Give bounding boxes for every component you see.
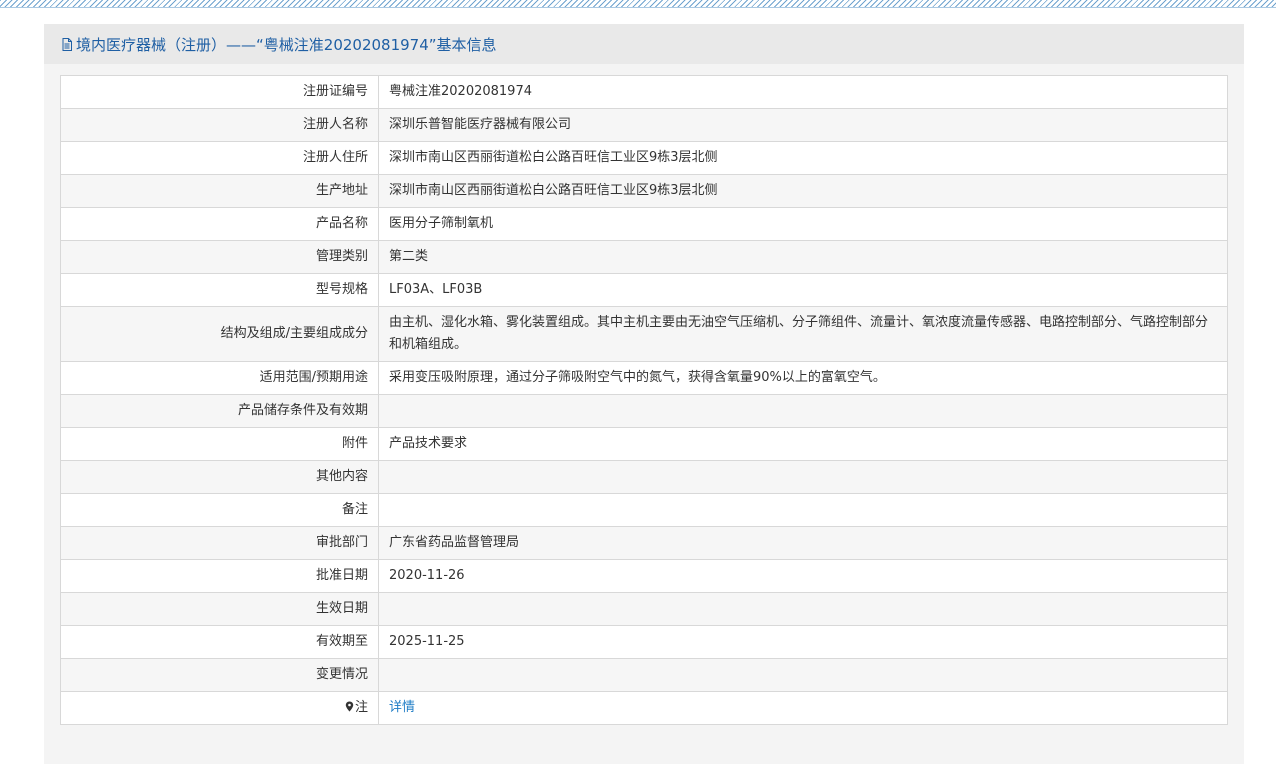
field-value	[378, 592, 1228, 626]
info-table: 注册证编号 粤械注准20202081974 注册人名称 深圳乐普智能医疗器械有限…	[60, 75, 1228, 725]
field-label: 适用范围/预期用途	[60, 361, 379, 395]
field-label: 生产地址	[60, 174, 379, 208]
field-label: 变更情况	[60, 658, 379, 692]
field-label: 有效期至	[60, 625, 379, 659]
table-row: 变更情况	[60, 658, 1228, 692]
field-label: 产品名称	[60, 207, 379, 241]
field-value	[378, 460, 1228, 494]
info-panel: 境内医疗器械（注册）——“粤械注准20202081974”基本信息 注册证编号 …	[44, 24, 1244, 764]
table-row: 注册人名称 深圳乐普智能医疗器械有限公司	[60, 108, 1228, 142]
table-row: 生效日期	[60, 592, 1228, 626]
field-value: 采用变压吸附原理，通过分子筛吸附空气中的氮气，获得含氧量90%以上的富氧空气。	[378, 361, 1228, 395]
table-row: 有效期至 2025-11-25	[60, 625, 1228, 659]
field-label: 其他内容	[60, 460, 379, 494]
table-row: 管理类别 第二类	[60, 240, 1228, 274]
field-value: 粤械注准20202081974	[378, 75, 1228, 109]
field-label: 批准日期	[60, 559, 379, 593]
field-label: 结构及组成/主要组成成分	[60, 306, 379, 362]
table-row: 注册证编号 粤械注准20202081974	[60, 75, 1228, 109]
field-value: 第二类	[378, 240, 1228, 274]
note-row: 注 详情	[60, 691, 1228, 725]
info-table-body: 注册证编号 粤械注准20202081974 注册人名称 深圳乐普智能医疗器械有限…	[60, 75, 1228, 725]
field-value: 2025-11-25	[378, 625, 1228, 659]
field-label: 审批部门	[60, 526, 379, 560]
field-label: 注册证编号	[60, 75, 379, 109]
field-value: 产品技术要求	[378, 427, 1228, 461]
field-value: 深圳市南山区西丽街道松白公路百旺信工业区9栋3层北侧	[378, 141, 1228, 175]
field-value	[378, 394, 1228, 428]
field-value	[378, 493, 1228, 527]
field-value: 深圳市南山区西丽街道松白公路百旺信工业区9栋3层北侧	[378, 174, 1228, 208]
field-label: 附件	[60, 427, 379, 461]
table-row: 型号规格 LF03A、LF03B	[60, 273, 1228, 307]
field-value: 深圳乐普智能医疗器械有限公司	[378, 108, 1228, 142]
table-row: 附件 产品技术要求	[60, 427, 1228, 461]
panel-title: 境内医疗器械（注册）——“粤械注准20202081974”基本信息	[76, 35, 497, 54]
field-label: 备注	[60, 493, 379, 527]
document-icon	[62, 37, 72, 51]
table-row: 适用范围/预期用途 采用变压吸附原理，通过分子筛吸附空气中的氮气，获得含氧量90…	[60, 361, 1228, 395]
field-value: 广东省药品监督管理局	[378, 526, 1228, 560]
table-row: 结构及组成/主要组成成分 由主机、湿化水箱、雾化装置组成。其中主机主要由无油空气…	[60, 306, 1228, 362]
note-label: 注	[354, 700, 368, 715]
field-label: 产品储存条件及有效期	[60, 394, 379, 428]
table-row: 生产地址 深圳市南山区西丽街道松白公路百旺信工业区9栋3层北侧	[60, 174, 1228, 208]
top-hatched-border	[0, 0, 1276, 8]
field-label: 管理类别	[60, 240, 379, 274]
note-value-cell: 详情	[378, 691, 1228, 725]
details-link[interactable]: 详情	[389, 700, 415, 715]
table-row: 产品名称 医用分子筛制氧机	[60, 207, 1228, 241]
field-label: 型号规格	[60, 273, 379, 307]
note-label-cell: 注	[60, 691, 379, 725]
field-value	[378, 658, 1228, 692]
field-label: 注册人名称	[60, 108, 379, 142]
field-value: LF03A、LF03B	[378, 273, 1228, 307]
info-table-wrapper: 注册证编号 粤械注准20202081974 注册人名称 深圳乐普智能医疗器械有限…	[60, 75, 1228, 725]
field-value: 医用分子筛制氧机	[378, 207, 1228, 241]
table-row: 审批部门 广东省药品监督管理局	[60, 526, 1228, 560]
field-label: 生效日期	[60, 592, 379, 626]
table-row: 批准日期 2020-11-26	[60, 559, 1228, 593]
panel-header: 境内医疗器械（注册）——“粤械注准20202081974”基本信息	[44, 24, 1244, 64]
field-value: 2020-11-26	[378, 559, 1228, 593]
table-row: 注册人住所 深圳市南山区西丽街道松白公路百旺信工业区9栋3层北侧	[60, 141, 1228, 175]
table-row: 其他内容	[60, 460, 1228, 494]
pin-icon	[345, 701, 354, 712]
table-row: 产品储存条件及有效期	[60, 394, 1228, 428]
field-value: 由主机、湿化水箱、雾化装置组成。其中主机主要由无油空气压缩机、分子筛组件、流量计…	[378, 306, 1228, 362]
table-row: 备注	[60, 493, 1228, 527]
field-label: 注册人住所	[60, 141, 379, 175]
